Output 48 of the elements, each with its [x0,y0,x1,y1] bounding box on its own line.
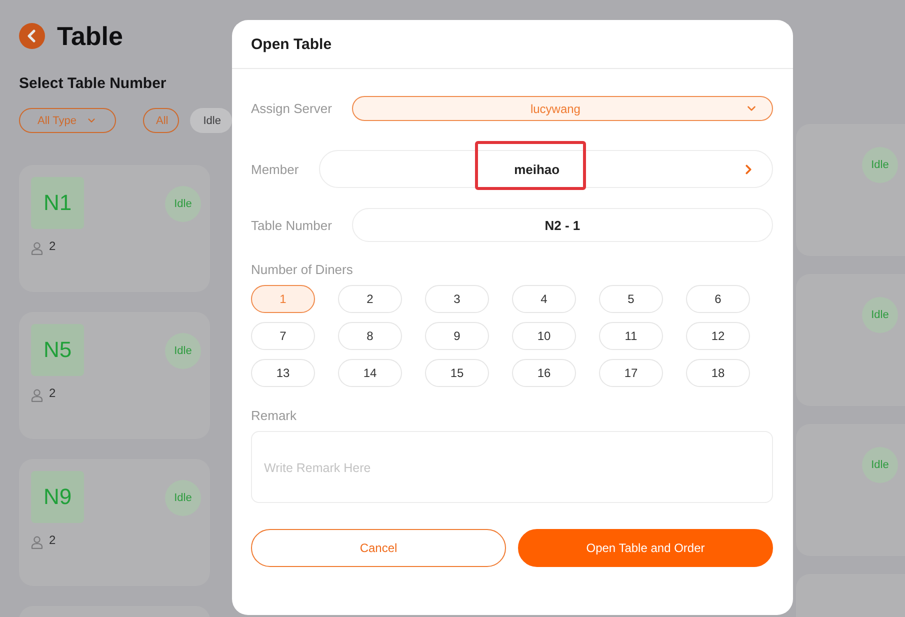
status-badge: Idle [165,186,201,222]
table-number-field[interactable]: N2 - 1 [352,208,773,242]
guest-count: 2 [49,240,56,252]
diner-count-option[interactable]: 4 [512,285,576,313]
field-label: Member [251,162,299,176]
diner-count-option[interactable]: 8 [338,322,402,350]
diner-count-option[interactable]: 2 [338,285,402,313]
diner-count-option[interactable]: 6 [686,285,750,313]
table-number-tile: N1 [31,177,84,229]
field-label: Table Number [251,218,332,232]
field-label: Assign Server [251,101,332,116]
diner-count-option[interactable]: 11 [599,322,663,350]
table-card[interactable]: N5 Idle 2 [19,312,210,439]
person-icon [31,389,43,402]
diner-count-option[interactable]: 7 [251,322,315,350]
diner-count-option[interactable]: 3 [425,285,489,313]
member-field[interactable]: meihao [318,150,773,188]
diner-count-option[interactable]: 9 [425,322,489,350]
diner-count-option[interactable]: 13 [251,359,315,387]
status-badge: Idle [165,333,201,369]
diner-count-option[interactable]: 14 [338,359,402,387]
diner-count-option[interactable]: 15 [425,359,489,387]
diner-count-option[interactable]: 16 [512,359,576,387]
table-number-tile: N5 [31,324,84,376]
back-icon[interactable] [19,23,45,49]
field-label: Remark [251,408,297,423]
guest-count: 2 [49,534,56,546]
remark-field[interactable]: Write Remark Here [251,431,773,503]
status-filter-chip[interactable]: Idle [190,108,232,133]
page-title: Table [57,23,123,49]
diner-count-option[interactable]: 12 [686,322,750,350]
diner-count-option[interactable]: 17 [599,359,663,387]
person-icon [31,242,43,255]
table-card[interactable]: N1 Idle 2 [19,165,210,292]
person-icon [31,536,43,549]
status-badge: Idle [862,147,898,183]
field-label: Number of Diners [251,262,353,277]
diner-count-option[interactable]: 5 [599,285,663,313]
section-title: Select Table Number [19,75,166,93]
table-number-tile: N9 [31,471,84,523]
diner-count-option[interactable]: 18 [686,359,750,387]
diner-count-option[interactable]: 10 [512,322,576,350]
status-badge: Idle [165,480,201,516]
status-badge: Idle [862,297,898,333]
guest-count: 2 [49,387,56,399]
status-badge: Idle [862,447,898,483]
dialog-title: Open Table [251,36,332,52]
table-card[interactable]: N9 Idle 2 [19,459,210,586]
